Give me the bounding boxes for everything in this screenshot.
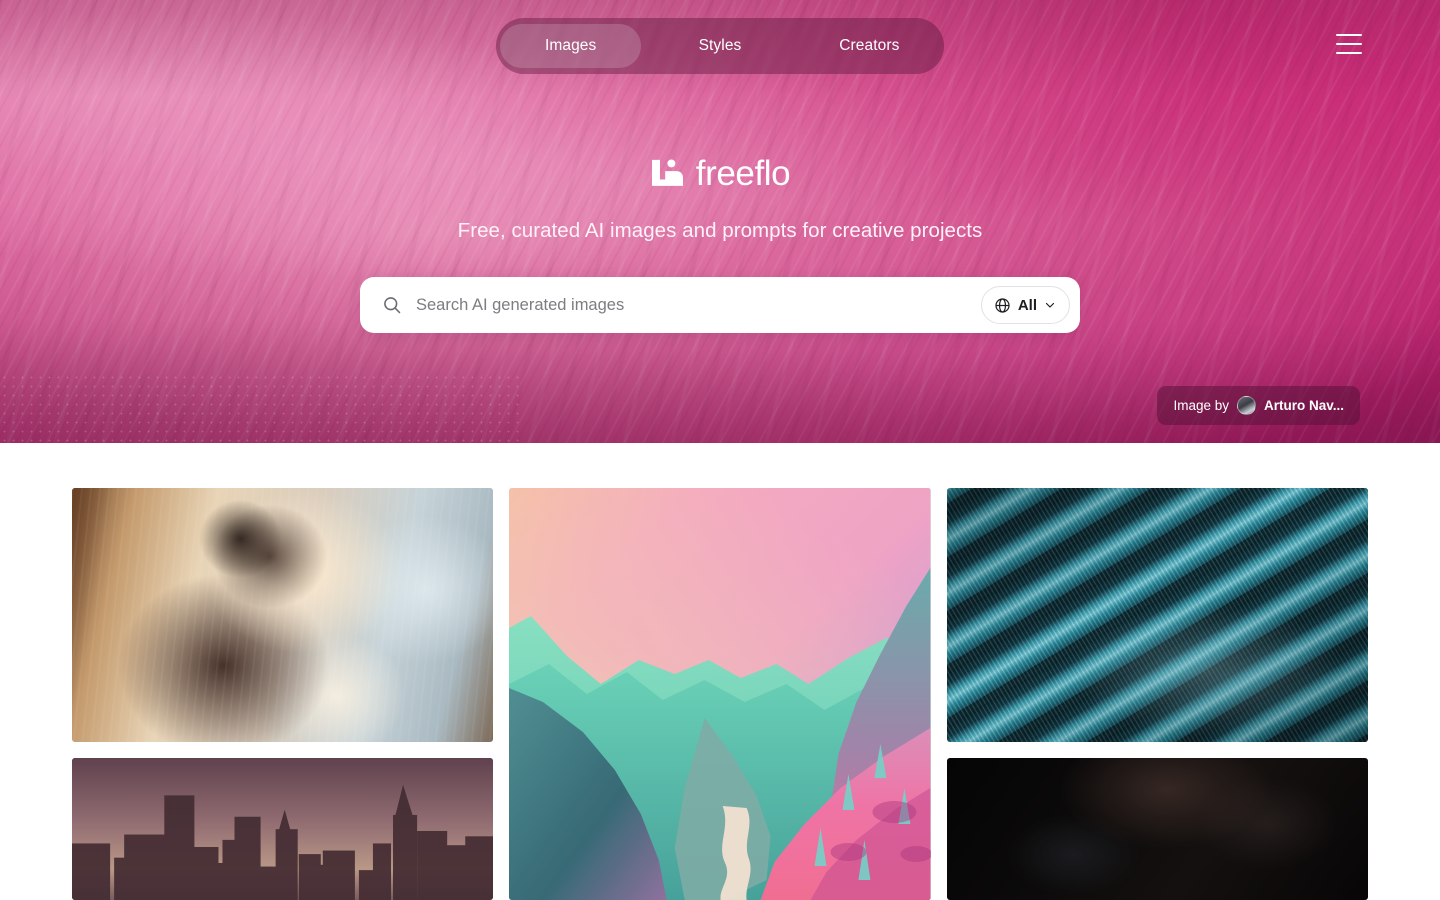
hero-dot-texture [0, 373, 520, 443]
globe-icon [995, 297, 1010, 313]
search-icon [384, 297, 401, 314]
artwork-portrait-woman-by-window [72, 488, 494, 742]
nav-tab-group: Images Styles Creators [496, 18, 944, 74]
top-navigation-bar: Images Styles Creators [0, 0, 1440, 92]
gallery-item-sepia-city-skyline[interactable] [72, 757, 494, 900]
search-input[interactable] [416, 295, 981, 315]
tab-styles[interactable]: Styles [649, 24, 790, 68]
search-scope-label: All [1017, 296, 1037, 314]
gallery-item-pastel-mountain-valley[interactable] [509, 488, 931, 900]
artwork-dark-moody-abstract [946, 757, 1368, 900]
freeflo-logo-mark [651, 159, 683, 186]
tab-images-label: Images [544, 37, 597, 54]
gallery-item-teal-braided-rope-texture[interactable] [946, 488, 1368, 742]
gallery-column-1 [72, 488, 494, 900]
artwork-pastel-mountain-valley [509, 488, 931, 900]
chevron-down-icon [1045, 302, 1055, 308]
gallery-item-dark-moody-abstract[interactable] [946, 757, 1368, 900]
tab-creators[interactable]: Creators [799, 24, 940, 68]
hamburger-line-3 [1336, 51, 1362, 54]
tab-creators-label: Creators [839, 37, 900, 54]
hero-content: freeflo Free, curated AI images and prom… [0, 150, 1440, 243]
gallery-column-3 [946, 488, 1368, 900]
creator-avatar [1236, 396, 1256, 415]
image-gallery [0, 443, 1440, 900]
attribution-prefix: Image by [1173, 398, 1229, 413]
hamburger-menu-icon[interactable] [1336, 34, 1362, 54]
gallery-column-2 [509, 488, 931, 900]
search-bar[interactable]: All [360, 277, 1080, 333]
hero-section: Images Styles Creators freeflo Free, cur… [0, 0, 1440, 443]
hamburger-line-2 [1336, 42, 1362, 46]
image-attribution-badge[interactable]: Image by Arturo Nav... [1157, 386, 1360, 425]
hero-tagline: Free, curated AI images and prompts for … [457, 219, 983, 242]
tab-images[interactable]: Images [500, 24, 642, 68]
gallery-item-portrait-woman-by-window[interactable] [72, 488, 494, 742]
attribution-creator-name: Arturo Nav... [1263, 398, 1344, 413]
brand-name: freeflo [695, 153, 791, 193]
search-scope-dropdown[interactable]: All [980, 286, 1070, 324]
brand-logo[interactable]: freeflo [650, 150, 791, 196]
tab-styles-label: Styles [698, 37, 742, 54]
artwork-sepia-city-skyline [72, 757, 494, 900]
artwork-teal-braided-rope-texture [946, 488, 1368, 742]
hamburger-line-1 [1336, 34, 1362, 37]
